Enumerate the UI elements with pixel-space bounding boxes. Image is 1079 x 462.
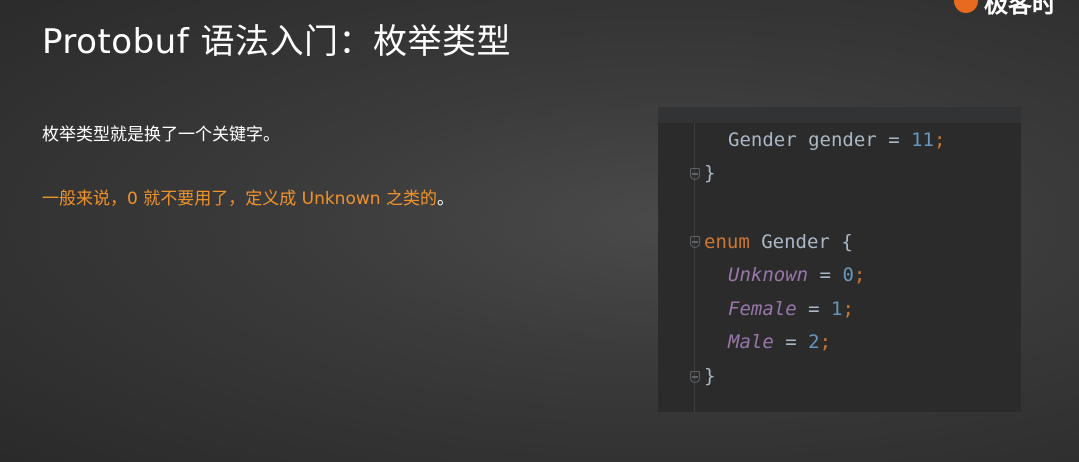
code-field-type: Gender [728, 129, 797, 151]
code-content: Gender gender = 11; } enum Gender { Unkn… [658, 107, 1021, 412]
enum-value-semicolon: ; [819, 331, 832, 353]
tip-paragraph: 一般来说，0 就不要用了，定义成 Unknown 之类的。 [42, 184, 454, 209]
code-enum-keyword: enum [704, 231, 750, 253]
enum-value-equals: = [819, 264, 831, 286]
enum-value-semicolon: ; [842, 298, 854, 320]
code-line-close-enum: } [704, 365, 715, 387]
code-line-enum-value: Female = 1; [728, 298, 854, 320]
fold-start-icon[interactable] [690, 236, 700, 248]
code-line-enum-value: Male = 2; [728, 331, 831, 353]
tip-end-punctuation: 。 [436, 189, 454, 209]
code-field-equals: = [888, 129, 900, 151]
code-close-brace: } [704, 162, 716, 184]
code-line-enum-decl: enum Gender { [704, 231, 853, 253]
code-enum-name: Gender [761, 231, 830, 253]
enum-value-equals: = [808, 298, 820, 320]
fold-end-icon[interactable] [690, 371, 700, 383]
enum-value-name: Female [728, 298, 797, 320]
code-line-close-message: } [704, 162, 715, 184]
enum-value-number: 0 [842, 264, 854, 286]
code-open-brace: { [841, 231, 853, 253]
enum-value-number: 2 [808, 331, 820, 353]
code-block: Gender gender = 11; } enum Gender { Unkn… [658, 107, 1021, 412]
slide-title: Protobuf 语法入门：枚举类型 [42, 22, 511, 62]
code-field-semicolon: ; [933, 129, 946, 151]
enum-value-name: Unknown [728, 264, 809, 286]
code-field-number: 11 [911, 129, 934, 151]
code-close-brace: } [704, 365, 716, 387]
code-field-name: gender [808, 129, 877, 151]
brand-logo-text: 极客时 [984, 0, 1056, 18]
enum-value-number: 1 [831, 298, 843, 320]
brand-logo-icon [954, 0, 978, 13]
enum-value-semicolon: ; [853, 264, 866, 286]
tip-highlight-text: 一般来说，0 就不要用了，定义成 Unknown 之类的 [42, 189, 437, 209]
brand-logo: 极客时 [954, 0, 1056, 18]
code-line-field: Gender gender = 11; [728, 129, 945, 151]
intro-paragraph: 枚举类型就是换了一个关键字。 [42, 125, 280, 145]
enum-value-name: Male [728, 331, 774, 353]
fold-end-icon[interactable] [690, 168, 700, 180]
enum-value-equals: = [785, 331, 797, 353]
code-line-enum-value: Unknown = 0; [728, 264, 865, 286]
